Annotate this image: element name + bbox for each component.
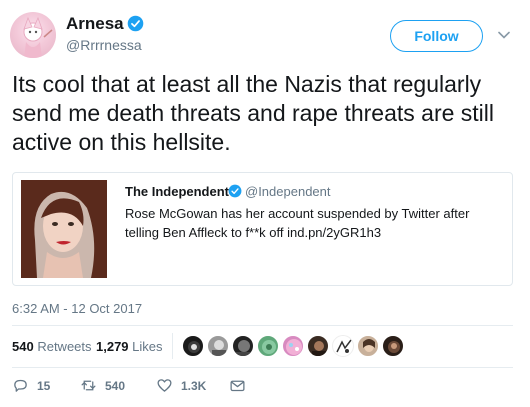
- quoted-author-name[interactable]: The Independent: [125, 184, 229, 199]
- quoted-tweet-image: [21, 180, 107, 278]
- likes-count: 1,279: [96, 339, 129, 354]
- liker-avatar[interactable]: [332, 335, 354, 357]
- retweet-count: 540: [105, 378, 126, 393]
- quoted-tweet-text: Rose McGowan has her account suspended b…: [125, 206, 470, 240]
- reply-button[interactable]: 15: [12, 377, 50, 394]
- verified-badge-icon: [127, 15, 144, 32]
- author-handle[interactable]: @Rrrrnessa: [66, 37, 142, 53]
- liker-avatar[interactable]: [182, 335, 204, 357]
- avatar[interactable]: [10, 12, 56, 58]
- like-count: 1.3K: [181, 378, 207, 393]
- follow-button[interactable]: Follow: [390, 20, 483, 52]
- liker-avatar[interactable]: [307, 335, 329, 357]
- liker-avatar[interactable]: [207, 335, 229, 357]
- liker-avatar[interactable]: [257, 335, 279, 357]
- reply-icon: [14, 379, 27, 392]
- likes-label: Likes: [132, 339, 163, 354]
- retweet-button[interactable]: 540: [80, 377, 125, 394]
- like-button[interactable]: 1.3K: [156, 377, 206, 394]
- direct-message-button[interactable]: [229, 377, 254, 394]
- retweets-stat[interactable]: 540 Retweets: [12, 339, 92, 354]
- divider: [12, 367, 513, 368]
- stats-separator: [172, 333, 173, 359]
- tweet-card: Arnesa @Rrrrnessa Follow Its cool that a…: [0, 0, 530, 407]
- liker-avatar[interactable]: [282, 335, 304, 357]
- retweet-icon: [81, 380, 96, 391]
- retweets-count: 540: [12, 339, 34, 354]
- author-name[interactable]: Arnesa: [66, 14, 124, 34]
- tweet-timestamp[interactable]: 6:32 AM - 12 Oct 2017: [12, 301, 142, 316]
- verified-badge-icon: [228, 184, 242, 198]
- direct-message-icon: [230, 380, 245, 392]
- quoted-tweet[interactable]: The Independent @Independent Rose McGowa…: [12, 172, 513, 286]
- chevron-down-icon[interactable]: [497, 28, 511, 42]
- liker-avatar[interactable]: [232, 335, 254, 357]
- liker-avatar[interactable]: [382, 335, 404, 357]
- tweet-text: Its cool that at least all the Nazis tha…: [12, 71, 495, 155]
- likes-stat[interactable]: 1,279 Likes: [96, 339, 163, 354]
- liker-avatar[interactable]: [357, 335, 379, 357]
- like-icon: [157, 379, 172, 392]
- reply-count: 15: [37, 378, 51, 393]
- quoted-author-handle[interactable]: @Independent: [245, 184, 331, 199]
- retweets-label: Retweets: [37, 339, 92, 354]
- divider: [12, 325, 513, 326]
